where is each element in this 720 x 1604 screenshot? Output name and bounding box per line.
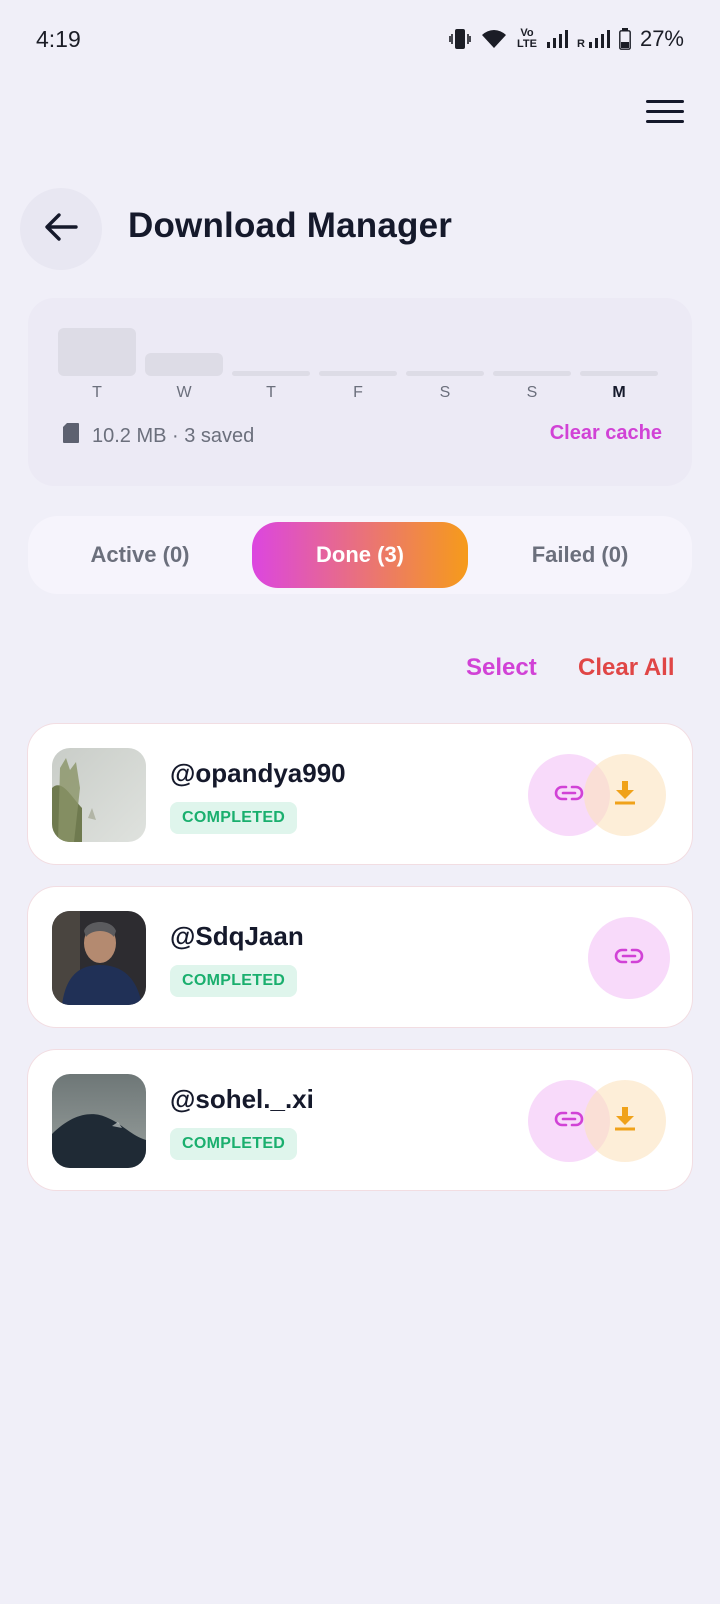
storage-summary: 10.2 MB · 3 saved bbox=[62, 422, 254, 450]
status-badge: COMPLETED bbox=[170, 965, 298, 997]
usage-stats-card: T W T F S S M 10.2 MB · 3 saved Clear ca… bbox=[28, 298, 692, 486]
battery-icon bbox=[619, 28, 631, 50]
wifi-icon bbox=[480, 28, 508, 50]
thumbnail bbox=[52, 748, 146, 842]
thumbnail bbox=[52, 1074, 146, 1168]
download-item[interactable]: @opandya990 COMPLETED bbox=[28, 724, 692, 864]
day-bar bbox=[493, 371, 571, 376]
clear-all-button[interactable]: Clear All bbox=[578, 654, 674, 682]
tab-active[interactable]: Active (0) bbox=[34, 522, 246, 588]
download-icon bbox=[614, 780, 636, 810]
day-label: W bbox=[176, 384, 192, 401]
link-icon bbox=[614, 947, 644, 970]
day-label: F bbox=[353, 384, 363, 401]
sd-card-icon bbox=[62, 422, 80, 450]
download-tabs: Active (0) Done (3) Failed (0) bbox=[28, 516, 692, 594]
volte-bottom: LTE bbox=[517, 38, 537, 50]
status-time: 4:19 bbox=[36, 26, 81, 52]
hamburger-menu-icon[interactable] bbox=[646, 98, 684, 126]
download-icon bbox=[614, 1106, 636, 1136]
download-item[interactable]: @sohel._.xi COMPLETED bbox=[28, 1050, 692, 1190]
battery-percent: 27% bbox=[639, 26, 684, 51]
tab-done[interactable]: Done (3) bbox=[252, 522, 468, 588]
day-label: T bbox=[266, 384, 276, 401]
volte-icon: Vo LTE bbox=[517, 28, 537, 50]
signal-icon-1 bbox=[546, 29, 568, 49]
arrow-left-icon bbox=[44, 212, 78, 247]
roaming-indicator: R bbox=[577, 38, 585, 50]
day-bar bbox=[580, 371, 658, 376]
username: @SdqJaan bbox=[170, 921, 304, 951]
status-badge: COMPLETED bbox=[170, 802, 298, 834]
weekly-usage-bars bbox=[58, 320, 662, 376]
signal-icon-2 bbox=[588, 29, 610, 49]
download-button[interactable] bbox=[584, 1080, 666, 1162]
copy-link-button[interactable] bbox=[588, 917, 670, 999]
thumbnail bbox=[52, 911, 146, 1005]
status-icons: Vo LTE R 27% bbox=[449, 26, 684, 52]
download-item[interactable]: @SdqJaan COMPLETED bbox=[28, 887, 692, 1027]
tab-failed[interactable]: Failed (0) bbox=[474, 522, 686, 588]
day-bar bbox=[145, 353, 223, 376]
day-bar bbox=[232, 371, 310, 376]
status-bar: 4:19 Vo LTE R 27% bbox=[0, 0, 720, 80]
status-badge: COMPLETED bbox=[170, 1128, 298, 1160]
download-button[interactable] bbox=[584, 754, 666, 836]
back-button[interactable] bbox=[20, 188, 102, 270]
vibrate-icon bbox=[449, 27, 471, 51]
select-button[interactable]: Select bbox=[466, 654, 537, 682]
day-bar bbox=[58, 328, 136, 376]
day-label-today: M bbox=[612, 384, 626, 401]
link-icon bbox=[554, 1110, 584, 1133]
clear-cache-button[interactable]: Clear cache bbox=[550, 422, 662, 445]
day-bar bbox=[406, 371, 484, 376]
link-icon bbox=[554, 784, 584, 807]
username: @opandya990 bbox=[170, 758, 346, 788]
storage-text: 10.2 MB · 3 saved bbox=[92, 424, 255, 447]
username: @sohel._.xi bbox=[170, 1084, 314, 1114]
day-label: S bbox=[439, 384, 451, 401]
day-bar bbox=[319, 371, 397, 376]
page-title: Download Manager bbox=[128, 206, 453, 245]
day-label: T bbox=[92, 384, 102, 401]
day-label: S bbox=[526, 384, 538, 401]
